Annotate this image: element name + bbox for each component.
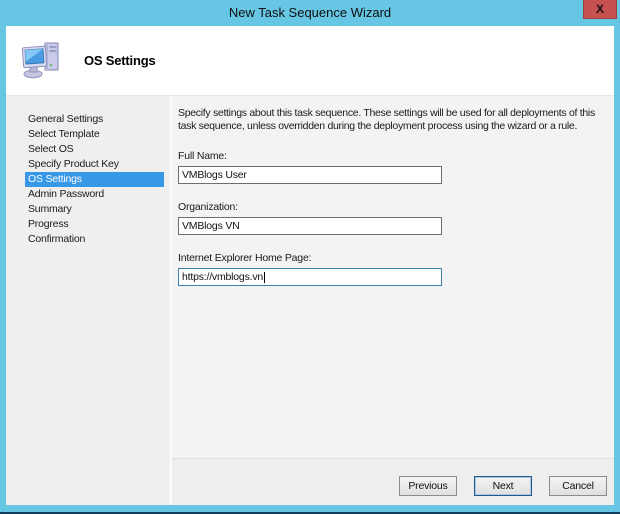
close-button[interactable]: X (583, 0, 617, 19)
page-description: Specify settings about this task sequenc… (178, 107, 595, 132)
previous-button[interactable]: Previous (399, 476, 457, 496)
wizard-window: New Task Sequence Wizard X OS Settings G… (0, 0, 620, 514)
sidebar-item-summary: Summary (28, 203, 72, 215)
ie-home-page-input[interactable]: https://vmblogs.vn (178, 268, 442, 286)
sidebar-item-admin-password: Admin Password (28, 188, 104, 200)
sidebar-item-os-settings: OS Settings (25, 172, 164, 187)
sidebar-item-general-settings: General Settings (28, 113, 104, 125)
step-sidebar: General Settings Select Template Select … (6, 96, 170, 505)
sidebar-item-progress: Progress (28, 218, 69, 230)
sidebar-item-select-template: Select Template (28, 128, 100, 140)
window-title: New Task Sequence Wizard (228, 5, 392, 20)
wizard-body: General Settings Select Template Select … (6, 96, 614, 505)
full-name-input[interactable] (178, 166, 442, 184)
ie-home-page-label: Internet Explorer Home Page: (178, 252, 312, 264)
main-content: Specify settings about this task sequenc… (172, 96, 614, 458)
cancel-button[interactable]: Cancel (549, 476, 607, 496)
sidebar-item-select-os: Select OS (28, 143, 74, 155)
organization-label: Organization: (178, 201, 238, 213)
computer-icon (21, 41, 62, 81)
close-icon: X (595, 2, 604, 16)
full-name-label: Full Name: (178, 150, 227, 162)
wizard-frame: OS Settings General Settings Select Temp… (6, 26, 614, 505)
content-column: Specify settings about this task sequenc… (172, 96, 614, 505)
organization-group: Organization: (178, 201, 606, 235)
header-banner: OS Settings (6, 26, 614, 96)
text-caret (264, 271, 266, 283)
next-button[interactable]: Next (474, 476, 532, 496)
page-title: OS Settings (84, 53, 156, 68)
button-bar: Previous Next Cancel (172, 458, 614, 505)
ie-home-page-value: https://vmblogs.vn (182, 271, 264, 283)
organization-input[interactable] (178, 217, 442, 235)
ie-home-page-group: Internet Explorer Home Page: https://vmb… (178, 252, 606, 286)
sidebar-item-confirmation: Confirmation (28, 233, 86, 245)
sidebar-item-specify-product-key: Specify Product Key (28, 158, 119, 170)
titlebar: New Task Sequence Wizard X (0, 0, 620, 26)
full-name-group: Full Name: (178, 150, 606, 184)
